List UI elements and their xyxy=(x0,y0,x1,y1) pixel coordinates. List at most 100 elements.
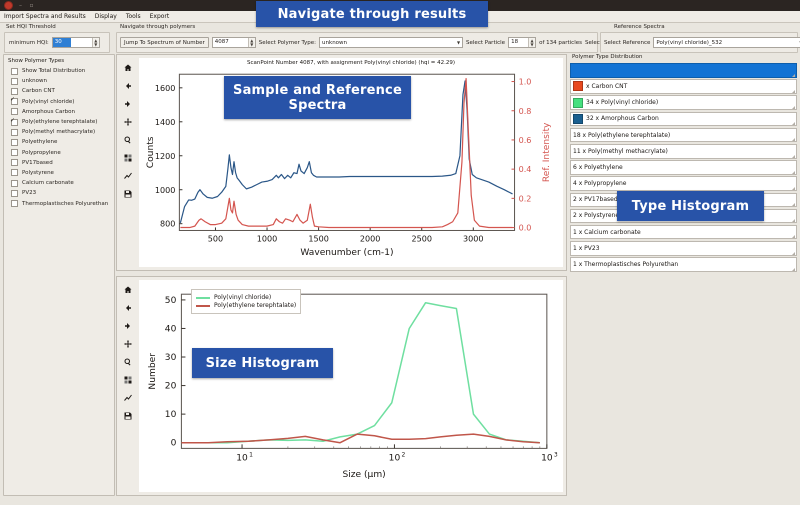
legend-item: Poly(ethylene terephtalate) xyxy=(196,302,296,309)
zoom-magnifier-icon[interactable] xyxy=(124,135,133,144)
checkbox-icon[interactable] xyxy=(11,68,18,75)
distribution-row-label: 34 x Poly(vinyl chloride) xyxy=(586,99,658,106)
maximize-icon[interactable]: ▫ xyxy=(28,2,35,9)
distribution-row[interactable]: 32 x Amorphous Carbon xyxy=(570,112,797,127)
minimize-icon[interactable]: – xyxy=(17,2,24,9)
svg-text:0.8: 0.8 xyxy=(519,106,532,116)
distribution-row-label: 2 x PV17based xyxy=(573,196,618,203)
color-swatch xyxy=(573,98,583,108)
home-icon[interactable] xyxy=(124,285,133,294)
jump-to-spectrum-button[interactable]: Jump To Spectrum of Number xyxy=(120,37,209,48)
svg-text:10: 10 xyxy=(165,410,177,420)
forward-arrow-icon[interactable] xyxy=(124,321,133,330)
distribution-row[interactable]: 1 x Calcium carbonate xyxy=(570,225,797,240)
polymer-type-checkbox-row[interactable]: Poly(ethylene terephtalate) xyxy=(4,117,114,127)
checkbox-icon[interactable] xyxy=(11,139,18,146)
edit-axis-icon[interactable] xyxy=(124,393,133,402)
checkbox-icon[interactable] xyxy=(11,119,18,126)
select-reference-combo[interactable]: Poly(vinyl chloride)_532 ▼ xyxy=(653,37,800,48)
polymer-type-label: Poly(vinyl chloride) xyxy=(22,99,74,105)
svg-text:Number: Number xyxy=(148,353,158,390)
checkbox-icon[interactable] xyxy=(11,149,18,156)
checkbox-icon[interactable] xyxy=(11,108,18,115)
legend-label-pet: Poly(ethylene terephtalate) xyxy=(214,302,296,309)
spectrum-number-value[interactable]: 4087 xyxy=(213,38,231,47)
polymer-type-checkbox-row[interactable]: PV17based xyxy=(4,158,114,168)
menu-item-tools[interactable]: Tools xyxy=(126,13,141,20)
zoom-magnifier-icon[interactable] xyxy=(124,357,133,366)
close-icon[interactable] xyxy=(4,1,13,10)
checkbox-icon[interactable] xyxy=(11,129,18,136)
save-figure-icon[interactable] xyxy=(124,189,133,198)
polymer-type-checkbox-row[interactable]: Show Total Distribution xyxy=(4,66,114,76)
configure-subplots-icon[interactable] xyxy=(124,375,133,384)
distribution-row[interactable] xyxy=(570,63,797,78)
checkbox-icon[interactable] xyxy=(11,169,18,176)
distribution-row[interactable]: 1 x Thermoplastisches Polyurethan xyxy=(570,257,797,272)
polymer-type-checkbox-row[interactable]: Poly(vinyl chloride) xyxy=(4,97,114,107)
back-arrow-icon[interactable] xyxy=(124,303,133,312)
select-particle-stepper[interactable]: ▲▼ xyxy=(528,38,535,47)
size-histogram-canvas[interactable]: 10110210301020304050Size (µm)Number Poly… xyxy=(139,280,563,492)
checkbox-icon[interactable] xyxy=(11,200,18,207)
forward-arrow-icon[interactable] xyxy=(124,99,133,108)
hqi-spinbox[interactable]: 30 ▲▼ xyxy=(52,37,100,48)
checkbox-icon[interactable] xyxy=(11,159,18,166)
polymer-type-checkbox-row[interactable]: Polyethylene xyxy=(4,137,114,147)
pan-move-icon[interactable] xyxy=(124,339,133,348)
checkbox-icon[interactable] xyxy=(11,180,18,187)
svg-text:1400: 1400 xyxy=(155,117,176,127)
polymer-type-label: Thermoplastisches Polyurethan xyxy=(22,201,108,207)
svg-text:1600: 1600 xyxy=(155,83,176,93)
edit-axis-icon[interactable] xyxy=(124,171,133,180)
size-histogram-card: 10110210301020304050Size (µm)Number Poly… xyxy=(116,276,567,496)
polymer-type-checkbox-row[interactable]: PV23 xyxy=(4,188,114,198)
control-strip: Set HQI Threshold minimum HQI: 30 ▲▼ Nav… xyxy=(0,23,800,53)
configure-subplots-icon[interactable] xyxy=(124,153,133,162)
distribution-row[interactable]: x Carbon CNT xyxy=(570,79,797,94)
distribution-row[interactable]: 11 x Poly(methyl methacrylate) xyxy=(570,144,797,159)
distribution-row-label: 4 x Polypropylene xyxy=(573,180,627,187)
distribution-row-label: 1 x Calcium carbonate xyxy=(573,229,641,236)
spectrum-number-stepper[interactable]: ▲▼ xyxy=(248,38,255,47)
spectrum-plot-toolbar xyxy=(117,55,139,270)
size-histogram-toolbar xyxy=(117,277,139,495)
select-particle-value[interactable]: 18 xyxy=(509,38,527,47)
back-arrow-icon[interactable] xyxy=(124,81,133,90)
checkbox-icon[interactable] xyxy=(11,88,18,95)
size-histogram-legend: Poly(vinyl chloride) Poly(ethylene terep… xyxy=(191,289,301,314)
select-particle-spinbox[interactable]: 18 ▲▼ xyxy=(508,37,536,48)
svg-text:1500: 1500 xyxy=(308,234,329,244)
checkbox-icon[interactable] xyxy=(11,98,18,105)
distribution-row[interactable]: 34 x Poly(vinyl chloride) xyxy=(570,95,797,110)
polymer-type-checkbox-row[interactable]: unknown xyxy=(4,76,114,86)
spectrum-number-spinbox[interactable]: 4087 ▲▼ xyxy=(212,37,256,48)
home-icon[interactable] xyxy=(124,63,133,72)
distribution-row[interactable]: 4 x Polypropylene xyxy=(570,176,797,191)
save-figure-icon[interactable] xyxy=(124,411,133,420)
polymer-type-checkbox-row[interactable]: Poly(methyl methacrylate) xyxy=(4,127,114,137)
checkbox-icon[interactable] xyxy=(11,190,18,197)
legend-swatch-pet xyxy=(196,305,210,307)
polymer-type-checkbox-row[interactable]: Polystyrene xyxy=(4,168,114,178)
distribution-row[interactable]: 1 x PV23 xyxy=(570,241,797,256)
distribution-row[interactable]: 18 x Poly(ethylene terephtalate) xyxy=(570,128,797,143)
hqi-value[interactable]: 30 xyxy=(53,38,71,47)
menu-item-export[interactable]: Export xyxy=(150,13,170,20)
select-polymer-type-combo[interactable]: unknown ▼ xyxy=(319,37,463,48)
polymer-type-checkbox-row[interactable]: Amorphous Carbon xyxy=(4,107,114,117)
polymer-type-checkbox-row[interactable]: Calcium carbonate xyxy=(4,178,114,188)
polymer-type-checkbox-row[interactable]: Polypropylene xyxy=(4,148,114,158)
polymer-type-checkbox-row[interactable]: Carbon CNT xyxy=(4,86,114,96)
menu-item-display[interactable]: Display xyxy=(95,13,117,20)
svg-text:2000: 2000 xyxy=(360,234,381,244)
distribution-row-label: 18 x Poly(ethylene terephtalate) xyxy=(573,132,670,139)
pan-move-icon[interactable] xyxy=(124,117,133,126)
hqi-stepper-arrows[interactable]: ▲▼ xyxy=(92,38,99,47)
checkbox-icon[interactable] xyxy=(11,78,18,85)
menu-item-import[interactable]: Import Spectra and Results xyxy=(4,13,86,20)
polymer-type-checkbox-row[interactable]: Thermoplastisches Polyurethan xyxy=(4,198,114,208)
annotation-navigate-through-results: Navigate through results xyxy=(256,1,488,27)
svg-text:10: 10 xyxy=(541,454,553,464)
distribution-row[interactable]: 6 x Polyethylene xyxy=(570,160,797,175)
